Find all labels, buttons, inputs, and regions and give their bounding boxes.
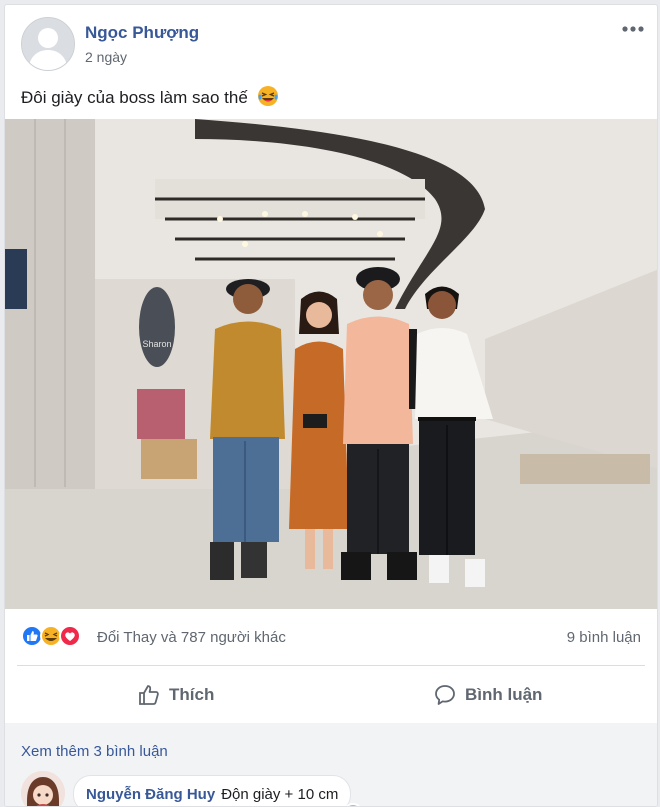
comments-section: Xem thêm 3 bình luận Nguyễn Đăng Huy Độn… (5, 723, 657, 806)
see-more-comments-link[interactable]: Xem thêm 3 bình luận (21, 743, 168, 760)
comment-button[interactable]: Bình luận (433, 677, 542, 713)
haha-reaction-icon (40, 625, 62, 647)
like-button[interactable]: Thích (137, 677, 214, 713)
store-sign-text: Sharon (142, 339, 171, 349)
reactors-summary[interactable]: Đổi Thay và 787 người khác (97, 629, 286, 646)
thumbs-up-icon (139, 685, 159, 705)
comment-item: Nguyễn Đăng Huy Độn giày + 10 cm (21, 771, 641, 806)
post-text: Đôi giày của boss làm sao thế (21, 85, 279, 112)
like-reaction-icon (21, 625, 43, 647)
haha-reaction-icon[interactable] (343, 803, 363, 806)
laughing-tears-emoji-icon (257, 85, 279, 112)
comment-label: Bình luận (465, 685, 543, 704)
post-actions: Thích Bình luận (5, 669, 657, 721)
group-photo-illustration: Sharon (5, 119, 657, 609)
divider (17, 665, 645, 666)
post-photo[interactable]: Sharon (5, 119, 657, 609)
love-reaction-icon (59, 625, 81, 647)
comments-count[interactable]: 9 bình luận (567, 629, 641, 646)
commenter-avatar[interactable] (21, 771, 65, 806)
comment-bubble: Nguyễn Đăng Huy Độn giày + 10 cm (73, 775, 352, 806)
like-label: Thích (169, 685, 215, 704)
post-text-content: Đôi giày của boss làm sao thế (21, 88, 248, 107)
commenter-name[interactable]: Nguyễn Đăng Huy (86, 786, 215, 803)
post-timestamp[interactable]: 2 ngày (85, 49, 127, 65)
comment-bubble-icon (435, 685, 455, 705)
more-options-icon[interactable] (619, 15, 647, 43)
post-header: Ngọc Phượng 2 ngày (5, 5, 657, 75)
reaction-icons[interactable] (21, 625, 91, 647)
author-name[interactable]: Ngọc Phượng (85, 23, 199, 43)
post-card: Ngọc Phượng 2 ngày Đôi giày của boss làm… (4, 4, 658, 807)
default-avatar-icon (22, 18, 74, 70)
author-avatar[interactable] (21, 17, 75, 71)
reactions-bar: Đổi Thay và 787 người khác 9 bình luận (5, 615, 657, 657)
comment-text: Độn giày + 10 cm (221, 785, 339, 803)
